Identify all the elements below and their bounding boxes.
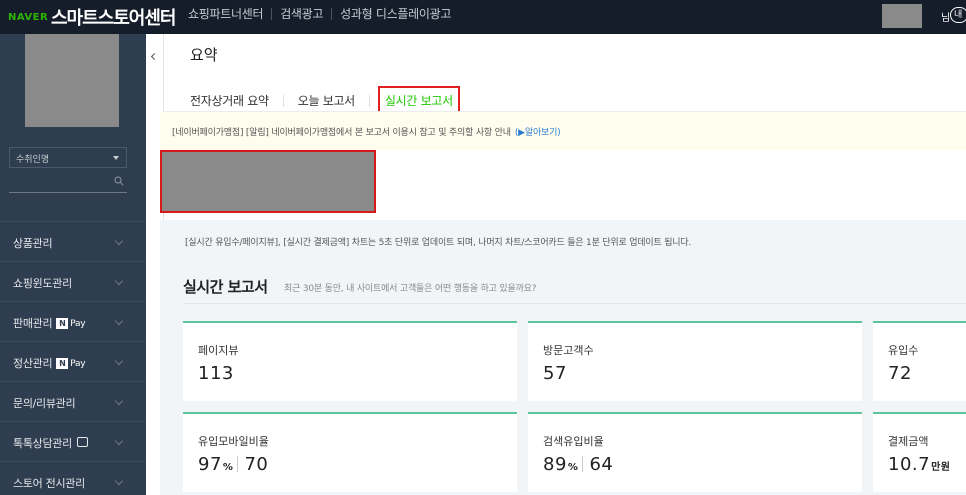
card-mobile-ratio: 유입모바일비율 97% 70 xyxy=(183,412,517,492)
card-value: 72 xyxy=(888,363,912,384)
card-inflow: 유입수 72 xyxy=(873,321,966,401)
card-label: 페이지뷰 xyxy=(198,344,239,357)
section-divider xyxy=(183,303,966,304)
card-payment-amount: 결제금액 10.7만원 xyxy=(873,412,966,492)
card-extra-value: 70 xyxy=(244,454,269,475)
card-value: 10.7만원 xyxy=(888,454,951,475)
npay-n-icon: N xyxy=(56,318,69,329)
naver-logo[interactable]: NAVER xyxy=(8,12,48,23)
page-title: 요약 xyxy=(190,46,218,64)
npay-badge: N Pay xyxy=(56,358,86,369)
sidebar-item-shopping-window[interactable]: 쇼핑윈도관리 xyxy=(0,261,146,301)
card-label: 방문고객수 xyxy=(543,344,594,357)
npay-badge: N Pay xyxy=(56,318,86,329)
card-label: 유입수 xyxy=(888,344,919,357)
chevron-down-icon xyxy=(114,396,124,406)
sidebar-item-label: 상품관리 xyxy=(13,237,53,250)
card-label: 검색유입비율 xyxy=(543,435,604,448)
value-divider xyxy=(237,456,239,472)
store-select-value: 수취인명 xyxy=(16,155,50,165)
store-select[interactable]: 수취인명 xyxy=(9,147,127,168)
sidebar-item-label: 톡톡상담관리 xyxy=(13,435,88,451)
chevron-down-icon xyxy=(114,276,124,286)
notice-text: [네이버페이가맹점] [알림] 네이버페이가맹점에서 본 보고서 이용시 참고 … xyxy=(172,128,561,138)
sidebar-item-label: 정산관리 N Pay xyxy=(13,357,86,370)
sidebar: 수취인명 상품관리 쇼핑윈도관리 판매관리 N Pay 정산관리 N Pay 문의/리뷰… xyxy=(0,34,146,495)
section-title: 실시간 보고서 xyxy=(183,278,268,296)
chat-icon xyxy=(76,437,88,447)
nav-divider xyxy=(331,7,333,20)
chevron-down-icon xyxy=(114,476,124,486)
card-value: 97% 70 xyxy=(198,454,269,475)
card-value: 89% 64 xyxy=(543,454,614,475)
search-icon[interactable] xyxy=(114,176,124,186)
npay-n-icon: N xyxy=(56,358,69,369)
value-divider xyxy=(582,456,584,472)
tab-divider xyxy=(368,94,370,107)
chevron-down-icon xyxy=(114,436,124,446)
app-title[interactable]: 스마트스토어센터 xyxy=(51,4,176,30)
chevron-down-icon xyxy=(114,356,124,366)
user-name-redacted[interactable] xyxy=(882,4,922,28)
top-bar: NAVER 스마트스토어센터 쇼핑파트너센터 검색광고 성과형 디스플레이광고 … xyxy=(0,0,966,34)
nav-shopping-partner[interactable]: 쇼핑파트너센터 xyxy=(188,5,263,22)
user-suffix: 님 xyxy=(941,13,951,24)
store-avatar xyxy=(25,34,119,127)
card-value: 113 xyxy=(198,363,234,384)
card-visitors: 방문고객수 57 xyxy=(528,321,862,401)
card-unit: 만원 xyxy=(931,462,951,473)
sidebar-item-label: 쇼핑윈도관리 xyxy=(13,277,72,290)
notice-bar: [네이버페이가맹점] [알림] 네이버페이가맹점에서 본 보고서 이용시 참고 … xyxy=(160,112,966,150)
card-pageviews: 페이지뷰 113 xyxy=(183,321,517,401)
sidebar-item-label: 스토어 전시관리 xyxy=(13,477,85,490)
chevron-down-icon xyxy=(114,316,124,326)
caret-down-icon xyxy=(113,156,119,160)
nav-search-ads[interactable]: 검색광고 xyxy=(280,5,323,22)
sidebar-item-store-display[interactable]: 스토어 전시관리 xyxy=(0,461,146,495)
tab-today-report[interactable]: 오늘 보고서 xyxy=(298,92,356,109)
sidebar-search-input[interactable] xyxy=(9,171,127,193)
sidebar-item-label: 문의/리뷰관리 xyxy=(13,397,76,410)
sidebar-item-settlement[interactable]: 정산관리 N Pay xyxy=(0,341,146,381)
banner-image xyxy=(160,150,376,213)
section-subtitle: 최근 30분 동안, 내 사이트에서 고객들은 어떤 행동을 하고 있을까요? xyxy=(284,284,537,294)
update-info-band: [실시간 유입수/페이지뷰], [실시간 결제금액] 차트는 5초 단위로 업데… xyxy=(160,220,966,260)
sidebar-item-talktalk[interactable]: 톡톡상담관리 xyxy=(0,421,146,461)
card-label: 결제금액 xyxy=(888,435,929,448)
top-nav: 쇼핑파트너센터 검색광고 성과형 디스플레이광고 xyxy=(188,5,451,22)
card-value: 57 xyxy=(543,363,567,384)
nav-display-ads[interactable]: 성과형 디스플레이광고 xyxy=(340,5,451,22)
tab-divider xyxy=(282,94,284,107)
sidebar-item-products[interactable]: 상품관리 xyxy=(0,221,146,261)
card-unit: % xyxy=(567,462,579,473)
card-unit: % xyxy=(222,462,234,473)
update-info-text: [실시간 유입수/페이지뷰], [실시간 결제금액] 차트는 5초 단위로 업데… xyxy=(185,238,692,248)
sidebar-menu: 상품관리 쇼핑윈도관리 판매관리 N Pay 정산관리 N Pay 문의/리뷰관리 톡톡… xyxy=(0,221,146,495)
chevron-down-icon xyxy=(114,236,124,246)
learn-more-link[interactable]: (▶알아보기) xyxy=(515,128,561,138)
card-extra-value: 64 xyxy=(589,454,614,475)
tab-ecommerce-summary[interactable]: 전자상거래 요약 xyxy=(190,92,269,109)
sidebar-item-sales[interactable]: 판매관리 N Pay xyxy=(0,301,146,341)
sidebar-item-label: 판매관리 N Pay xyxy=(13,317,86,330)
nav-divider xyxy=(271,7,273,20)
chevron-left-icon xyxy=(150,52,159,61)
card-label: 유입모바일비율 xyxy=(198,435,269,448)
sidebar-item-inquiry-review[interactable]: 문의/리뷰관리 xyxy=(0,381,146,421)
card-search-ratio: 검색유입비율 89% 64 xyxy=(528,412,862,492)
my-info-button[interactable]: 내 xyxy=(950,7,966,23)
